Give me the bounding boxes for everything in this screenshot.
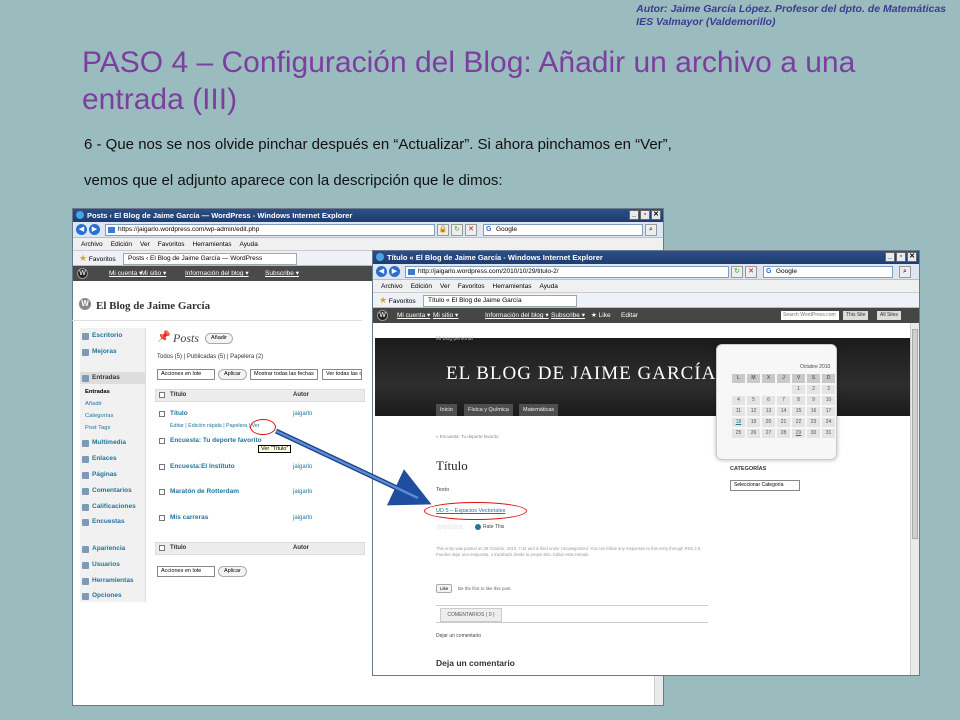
arrow-line-highlight <box>275 429 419 500</box>
pointer-arrow <box>274 428 432 506</box>
